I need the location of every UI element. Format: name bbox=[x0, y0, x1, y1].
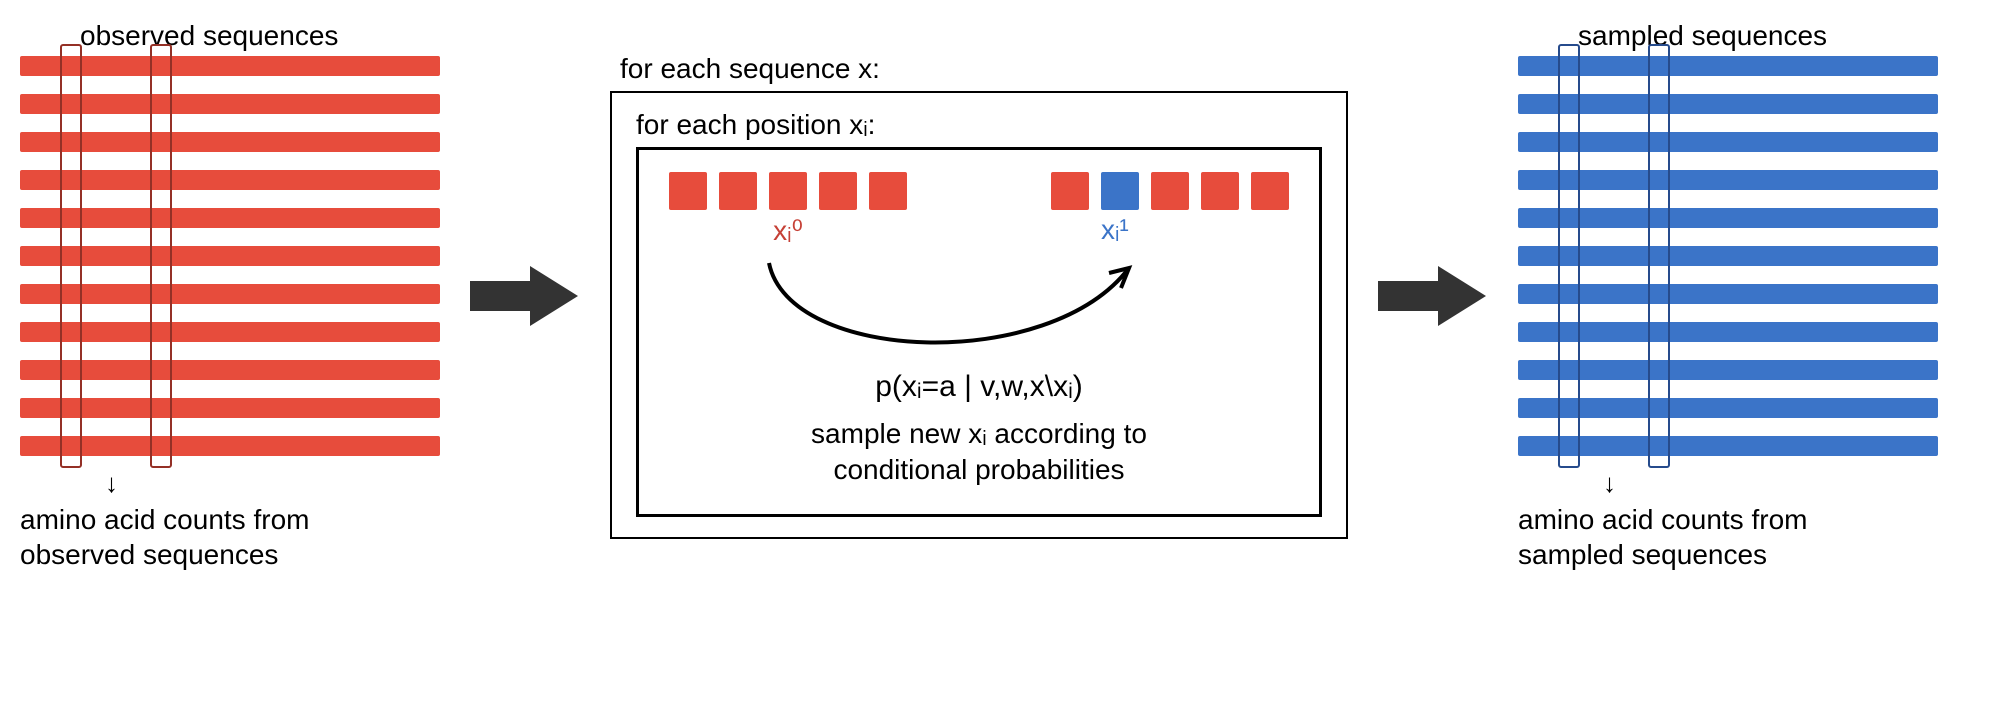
sampled-caption-line1: amino acid counts from bbox=[1518, 504, 1807, 535]
sequence-row bbox=[1518, 246, 1938, 266]
observed-caption-line2: observed sequences bbox=[20, 539, 278, 570]
sequence-row bbox=[1518, 322, 1938, 342]
arrow-center-to-right bbox=[1378, 261, 1488, 331]
token-after-5 bbox=[1251, 172, 1289, 210]
sampled-panel: sampled sequences ↓ amino acid counts fr… bbox=[1518, 20, 1938, 572]
token-group-before: xᵢ⁰ bbox=[669, 172, 907, 247]
sequence-row bbox=[20, 360, 440, 380]
inner-loop-label: for each position xᵢ: bbox=[636, 109, 1322, 141]
sequence-row bbox=[1518, 398, 1938, 418]
conditional-probability-formula: p(xᵢ=a | v,w,x\xᵢ) bbox=[669, 370, 1289, 404]
down-arrow-right: ↓ bbox=[1603, 470, 1616, 496]
sequence-row bbox=[1518, 94, 1938, 114]
sampling-arc bbox=[749, 253, 1289, 370]
sample-description: sample new xᵢ according to conditional p… bbox=[669, 416, 1289, 489]
sequence-row bbox=[20, 436, 440, 456]
sample-description-line1: sample new xᵢ according to bbox=[811, 418, 1147, 449]
sequence-row bbox=[20, 246, 440, 266]
sequence-row bbox=[20, 94, 440, 114]
sequence-row bbox=[20, 322, 440, 342]
token-before-5 bbox=[869, 172, 907, 210]
token-before-3 bbox=[769, 172, 807, 210]
sampled-caption: amino acid counts from sampled sequences bbox=[1518, 502, 1807, 572]
observed-sequence-block bbox=[20, 56, 440, 456]
sequence-row bbox=[20, 132, 440, 152]
diagram-root: observed sequences ↓ amino acid counts f… bbox=[20, 20, 1978, 572]
sequence-row bbox=[1518, 284, 1938, 304]
xi1-label: xᵢ¹ bbox=[1101, 214, 1289, 246]
inner-loop-box: xᵢ⁰ xᵢ¹ bbox=[636, 147, 1322, 518]
sequence-row bbox=[1518, 56, 1938, 76]
token-row: xᵢ⁰ xᵢ¹ bbox=[669, 172, 1289, 247]
token-before-1 bbox=[669, 172, 707, 210]
sequence-row bbox=[1518, 208, 1938, 228]
token-before-4 bbox=[819, 172, 857, 210]
outer-loop-box: for each position xᵢ: xᵢ⁰ bbox=[610, 91, 1348, 540]
sequence-row bbox=[20, 170, 440, 190]
token-before-2 bbox=[719, 172, 757, 210]
xi0-label: xᵢ⁰ bbox=[669, 214, 907, 247]
inner-loop-label-prefix: for each position bbox=[636, 109, 849, 140]
process-panel: for each sequence x: for each position x… bbox=[610, 53, 1348, 540]
token-group-after: xᵢ¹ bbox=[1051, 172, 1289, 246]
inner-loop-label-var: xᵢ: bbox=[849, 109, 875, 140]
token-after-2-sampled bbox=[1101, 172, 1139, 210]
sequence-row bbox=[20, 208, 440, 228]
observed-caption-line1: amino acid counts from bbox=[20, 504, 309, 535]
token-after-3 bbox=[1151, 172, 1189, 210]
sequence-row bbox=[1518, 436, 1938, 456]
sampled-sequence-block bbox=[1518, 56, 1938, 456]
token-after-4 bbox=[1201, 172, 1239, 210]
sequence-row bbox=[1518, 132, 1938, 152]
sequence-row bbox=[1518, 360, 1938, 380]
sequence-row bbox=[20, 56, 440, 76]
sequence-row bbox=[20, 284, 440, 304]
token-after-1 bbox=[1051, 172, 1089, 210]
observed-caption: amino acid counts from observed sequence… bbox=[20, 502, 309, 572]
down-arrow-left: ↓ bbox=[105, 470, 118, 496]
sampled-title: sampled sequences bbox=[1578, 20, 1827, 52]
observed-title: observed sequences bbox=[80, 20, 338, 52]
sampled-caption-line2: sampled sequences bbox=[1518, 539, 1767, 570]
sequence-row bbox=[20, 398, 440, 418]
arrow-left-to-center bbox=[470, 261, 580, 331]
sequence-row bbox=[1518, 170, 1938, 190]
observed-panel: observed sequences ↓ amino acid counts f… bbox=[20, 20, 440, 572]
sample-description-line2: conditional probabilities bbox=[833, 454, 1124, 485]
outer-loop-label: for each sequence x: bbox=[620, 53, 880, 85]
